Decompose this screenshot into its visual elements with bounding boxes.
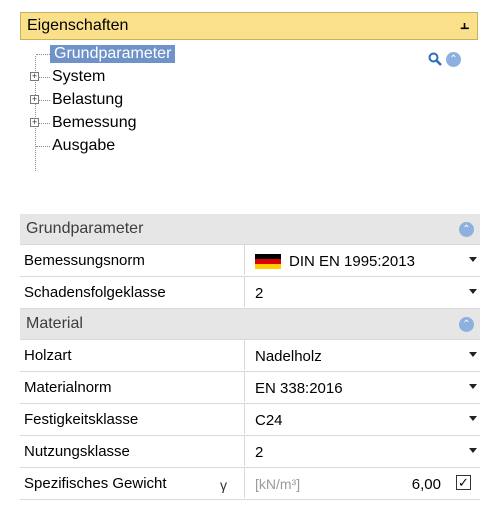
dropdown-arrow-icon[interactable] — [469, 384, 477, 389]
spezifisches-gewicht-field[interactable]: [kN/m³] 6,00 ✓ — [244, 468, 471, 498]
property-row[interactable]: Schadensfolgeklasse 2 — [20, 277, 480, 309]
properties-panel-header: Eigenschaften ⫠ — [20, 12, 478, 40]
expand-icon[interactable]: + — [30, 95, 39, 104]
property-name: Festigkeitsklasse — [24, 411, 139, 428]
weight-checkbox[interactable]: ✓ — [456, 475, 471, 490]
section-header-grundparameter[interactable]: Grundparameter ⌃ — [20, 214, 480, 245]
property-name: Schadensfolgeklasse — [24, 284, 166, 301]
properties-grid: Grundparameter ⌃ Bemessungsnorm DIN EN 1… — [20, 214, 480, 500]
tree-item-label: Bemessung — [52, 114, 137, 131]
dropdown-arrow-icon[interactable] — [469, 352, 477, 357]
property-value: EN 338:2016 — [255, 380, 343, 397]
festigkeitsklasse-select[interactable]: C24 — [244, 404, 477, 434]
schadensfolgeklasse-select[interactable]: 2 — [244, 277, 477, 307]
property-row[interactable]: Spezifisches Gewicht γ [kN/m³] 6,00 ✓ — [20, 468, 480, 500]
property-name: Materialnorm — [24, 379, 112, 396]
expand-icon[interactable]: + — [30, 118, 39, 127]
panel-title: Eigenschaften — [27, 17, 129, 34]
holzart-select[interactable]: Nadelholz — [244, 340, 477, 370]
section-title: Grundparameter — [26, 220, 144, 237]
germany-flag-icon — [255, 254, 281, 269]
property-row[interactable]: Festigkeitsklasse C24 — [20, 404, 480, 436]
bemessungsnorm-select[interactable]: DIN EN 1995:2013 — [244, 245, 477, 275]
property-unit: [kN/m³] — [255, 476, 301, 492]
property-value: 6,00 — [411, 476, 441, 493]
property-row[interactable]: Bemessungsnorm DIN EN 1995:2013 — [20, 245, 480, 277]
materialnorm-select[interactable]: EN 338:2016 — [244, 372, 477, 402]
tree-item-label: Belastung — [52, 91, 124, 108]
property-row[interactable]: Nutzungsklasse 2 — [20, 436, 480, 468]
property-row[interactable]: Materialnorm EN 338:2016 — [20, 372, 480, 404]
property-name: Bemessungsnorm — [24, 252, 145, 269]
dropdown-arrow-icon[interactable] — [469, 448, 477, 453]
property-symbol: γ — [220, 477, 227, 493]
expand-icon[interactable]: + — [30, 72, 39, 81]
dropdown-arrow-icon[interactable] — [469, 289, 477, 294]
pin-icon[interactable]: ⫠ — [460, 16, 469, 33]
search-icon[interactable] — [428, 52, 442, 66]
section-title: Material — [26, 315, 83, 332]
property-value: 2 — [255, 285, 264, 302]
tree-item-label: Ausgabe — [52, 137, 116, 154]
property-name: Spezifisches Gewicht — [24, 475, 167, 492]
collapse-chevron-icon[interactable]: ⌃ — [446, 52, 461, 67]
property-name: Nutzungsklasse — [24, 443, 130, 460]
property-value: DIN EN 1995:2013 — [289, 253, 415, 270]
navigation-tree: Grundparameter + System + Belastung + Be… — [22, 44, 462, 194]
collapse-chevron-icon[interactable]: ⌃ — [459, 317, 474, 332]
dropdown-arrow-icon[interactable] — [469, 416, 477, 421]
tree-item-label: System — [52, 68, 106, 85]
property-value: C24 — [255, 412, 283, 429]
tree-item-label: Grundparameter — [50, 45, 176, 63]
collapse-chevron-icon[interactable]: ⌃ — [459, 222, 474, 237]
property-name: Holzart — [24, 347, 72, 364]
dropdown-arrow-icon[interactable] — [469, 257, 477, 262]
property-row[interactable]: Holzart Nadelholz — [20, 340, 480, 372]
property-value: Nadelholz — [255, 348, 322, 365]
property-value: 2 — [255, 444, 264, 461]
nutzungsklasse-select[interactable]: 2 — [244, 436, 477, 466]
section-header-material[interactable]: Material ⌃ — [20, 309, 480, 340]
